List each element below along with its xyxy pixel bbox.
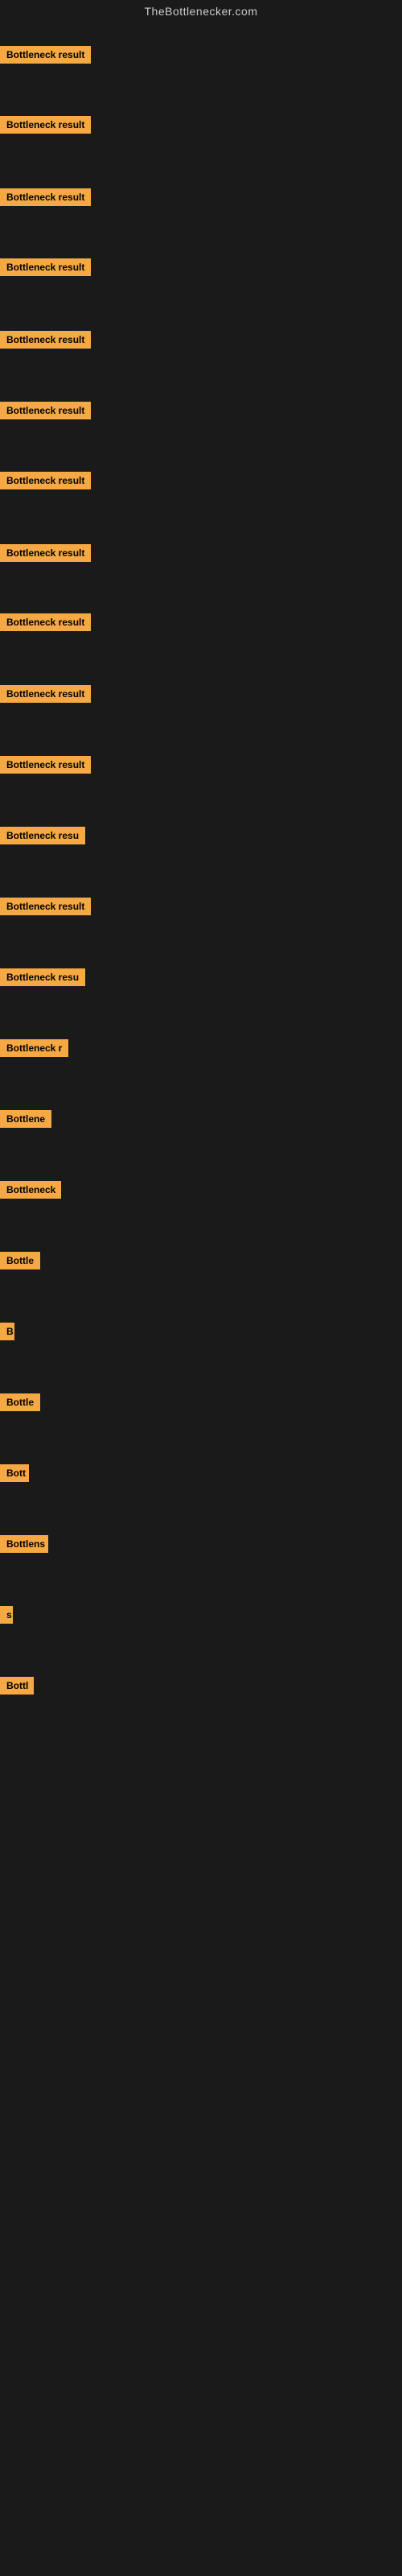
bottleneck-badge-12: Bottleneck resu — [0, 827, 85, 844]
bottleneck-item-3: Bottleneck result — [0, 188, 91, 210]
bottleneck-badge-8: Bottleneck result — [0, 544, 91, 562]
bottleneck-item-14: Bottleneck resu — [0, 968, 85, 990]
bottleneck-item-4: Bottleneck result — [0, 258, 91, 280]
bottleneck-item-5: Bottleneck result — [0, 331, 91, 353]
bottleneck-badge-5: Bottleneck result — [0, 331, 91, 349]
bottleneck-badge-7: Bottleneck result — [0, 472, 91, 489]
bottleneck-item-1: Bottleneck result — [0, 46, 91, 68]
bottleneck-item-13: Bottleneck result — [0, 898, 91, 919]
bottleneck-badge-15: Bottleneck r — [0, 1039, 68, 1057]
bottleneck-badge-11: Bottleneck result — [0, 756, 91, 774]
bottleneck-badge-9: Bottleneck result — [0, 613, 91, 631]
bottleneck-item-24: Bottl — [0, 1677, 34, 1699]
bottleneck-item-10: Bottleneck result — [0, 685, 91, 707]
bottleneck-badge-4: Bottleneck result — [0, 258, 91, 276]
bottleneck-badge-21: Bott — [0, 1464, 29, 1482]
bottleneck-badge-1: Bottleneck result — [0, 46, 91, 64]
bottleneck-item-11: Bottleneck result — [0, 756, 91, 778]
bottleneck-badge-17: Bottleneck — [0, 1181, 61, 1199]
bottleneck-item-6: Bottleneck result — [0, 402, 91, 423]
bottleneck-item-15: Bottleneck r — [0, 1039, 68, 1061]
bottleneck-item-16: Bottlene — [0, 1110, 51, 1132]
bottleneck-badge-10: Bottleneck result — [0, 685, 91, 703]
bottleneck-item-12: Bottleneck resu — [0, 827, 85, 848]
bottleneck-item-21: Bott — [0, 1464, 29, 1486]
bottleneck-badge-24: Bottl — [0, 1677, 34, 1695]
bottleneck-badge-16: Bottlene — [0, 1110, 51, 1128]
bottleneck-item-23: s — [0, 1606, 13, 1628]
bottleneck-badge-23: s — [0, 1606, 13, 1624]
site-title: TheBottlenecker.com — [0, 0, 402, 21]
bottleneck-badge-14: Bottleneck resu — [0, 968, 85, 986]
bottleneck-item-7: Bottleneck result — [0, 472, 91, 493]
bottleneck-item-22: Bottlens — [0, 1535, 48, 1557]
bottleneck-badge-2: Bottleneck result — [0, 116, 91, 134]
bottleneck-item-8: Bottleneck result — [0, 544, 91, 566]
bottleneck-item-2: Bottleneck result — [0, 116, 91, 138]
bottleneck-item-19: B — [0, 1323, 14, 1344]
bottleneck-badge-6: Bottleneck result — [0, 402, 91, 419]
bottleneck-item-9: Bottleneck result — [0, 613, 91, 635]
bottleneck-badge-19: B — [0, 1323, 14, 1340]
bottleneck-item-18: Bottle — [0, 1252, 40, 1274]
bottleneck-badge-18: Bottle — [0, 1252, 40, 1269]
bottleneck-item-20: Bottle — [0, 1393, 40, 1415]
bottleneck-badge-13: Bottleneck result — [0, 898, 91, 915]
bottleneck-badge-20: Bottle — [0, 1393, 40, 1411]
bottleneck-item-17: Bottleneck — [0, 1181, 61, 1203]
bottleneck-badge-22: Bottlens — [0, 1535, 48, 1553]
bottleneck-badge-3: Bottleneck result — [0, 188, 91, 206]
